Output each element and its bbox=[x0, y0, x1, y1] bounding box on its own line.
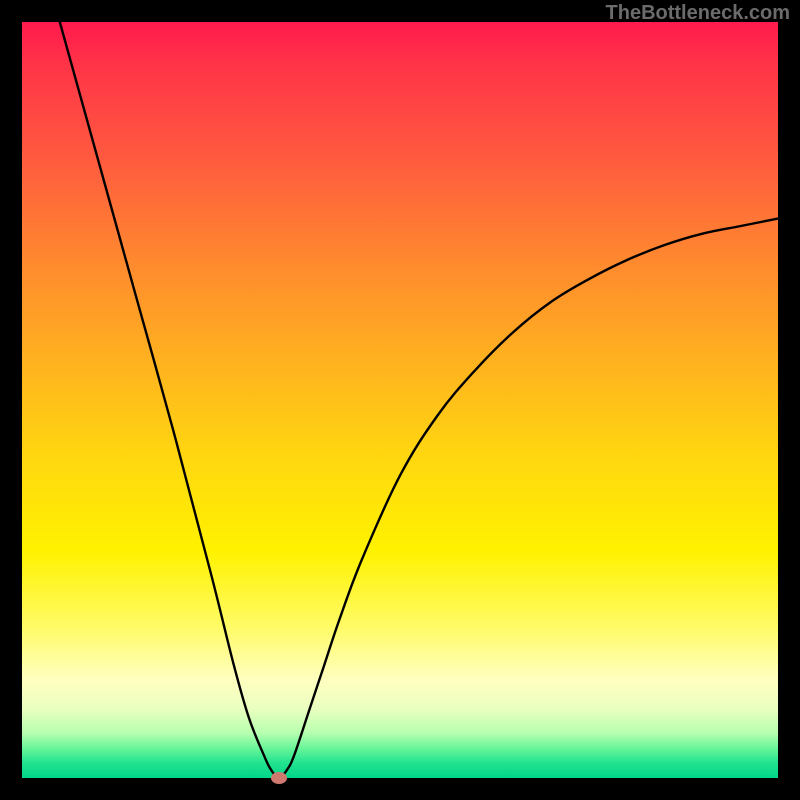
minimum-marker bbox=[271, 772, 287, 784]
bottleneck-curve bbox=[22, 22, 778, 778]
plot-area bbox=[22, 22, 778, 778]
chart-frame: TheBottleneck.com bbox=[0, 0, 800, 800]
